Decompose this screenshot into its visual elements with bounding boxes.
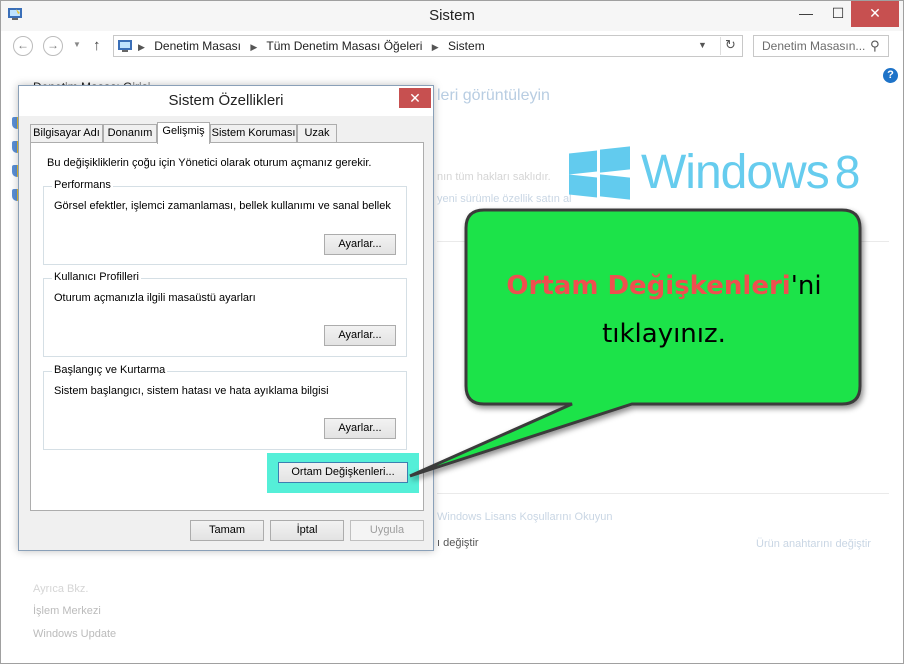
forward-arrow-icon[interactable]: → <box>43 36 63 56</box>
divider <box>437 241 889 242</box>
background-text: nın tüm hakları saklıdır. <box>437 171 551 183</box>
tab-system-protection[interactable]: Sistem Koruması <box>210 124 297 143</box>
performance-title: Performans <box>52 179 113 191</box>
callout-suffix: 'ni <box>790 271 822 301</box>
breadcrumb-separator-icon[interactable]: ▶ <box>432 42 439 52</box>
performance-group: Performans Görsel efektler, işlemci zama… <box>43 179 407 265</box>
startup-recovery-group: Başlangıç ve Kurtarma Sistem başlangıcı,… <box>43 364 407 450</box>
user-profiles-title: Kullanıcı Profilleri <box>52 271 141 283</box>
search-placeholder: Denetim Masasın... <box>762 39 866 53</box>
windows-8-logo-text: Windows 8 <box>641 146 860 199</box>
tab-advanced[interactable]: Gelişmiş <box>157 122 210 144</box>
breadcrumb-item[interactable]: Denetim Masası <box>154 39 241 53</box>
startup-recovery-description: Sistem başlangıcı, sistem hatası ve hata… <box>54 385 329 397</box>
license-terms-link[interactable]: Windows Lisans Koşullarını Okuyun <box>437 511 612 523</box>
breadcrumb-item[interactable]: Tüm Denetim Masası Öğeleri <box>266 39 422 53</box>
window-titlebar: Sistem — ☐ ✕ <box>1 1 903 31</box>
maximize-button[interactable]: ☐ <box>823 1 853 27</box>
startup-recovery-settings-button[interactable]: Ayarlar... <box>324 418 396 439</box>
callout-highlight: Ortam Değişkenleri <box>506 271 791 301</box>
user-profiles-group: Kullanıcı Profilleri Oturum açmanızla il… <box>43 271 407 357</box>
apply-button[interactable]: Uygula <box>350 520 424 541</box>
dialog-title: Sistem Özellikleri <box>168 92 284 109</box>
performance-settings-button[interactable]: Ayarlar... <box>324 234 396 255</box>
breadcrumb: ▶ Denetim Masası ▶ Tüm Denetim Masası Öğ… <box>138 39 491 53</box>
up-arrow-icon[interactable]: ↑ <box>93 37 101 54</box>
recent-locations-chevron-icon[interactable]: ▼ <box>73 40 81 49</box>
see-also-heading: Ayrıca Bkz. <box>33 583 89 595</box>
tab-hardware[interactable]: Donanım <box>103 124 157 143</box>
windows-logo-icon <box>569 146 631 200</box>
tab-remote[interactable]: Uzak <box>297 124 337 143</box>
back-arrow-icon[interactable]: ← <box>13 36 33 56</box>
dialog-close-button[interactable]: ✕ <box>399 88 431 108</box>
divider <box>437 493 889 494</box>
callout-text: Ortam Değişkenleri'ni tıklayınız. <box>472 262 856 358</box>
background-text: ı değiştir <box>437 537 479 549</box>
change-product-key-link[interactable]: Ürün anahtarını değiştir <box>756 538 871 550</box>
page-heading: leri görüntüleyin <box>437 87 550 104</box>
performance-description: Görsel efektler, işlemci zamanlaması, be… <box>54 200 391 212</box>
breadcrumb-item[interactable]: Sistem <box>448 39 485 53</box>
minimize-button[interactable]: — <box>791 1 821 27</box>
startup-recovery-title: Başlangıç ve Kurtarma <box>52 364 168 376</box>
tab-computer-name[interactable]: Bilgisayar Adı <box>30 124 103 143</box>
breadcrumb-separator-icon: ▶ <box>138 42 145 52</box>
callout-line-1: Ortam Değişkenleri'ni <box>472 262 856 310</box>
control-panel-icon <box>118 40 132 52</box>
address-bar[interactable]: ▶ Denetim Masası ▶ Tüm Denetim Masası Öğ… <box>113 35 743 57</box>
address-dropdown-chevron-icon[interactable]: ▼ <box>698 40 707 50</box>
navigation-bar: ← → ▼ ↑ ▶ Denetim Masası ▶ Tüm Denetim M… <box>1 31 903 61</box>
window-title: Sistem <box>429 7 475 24</box>
admin-note: Bu değişikliklerin çoğu için Yönetici ol… <box>47 157 372 169</box>
help-icon[interactable]: ? <box>883 68 898 83</box>
search-input[interactable]: Denetim Masasın... ⚲ <box>753 35 889 57</box>
refresh-icon[interactable]: ↻ <box>720 37 740 55</box>
background-link[interactable]: yeni sürümle özellik satın al <box>437 193 572 205</box>
user-profiles-settings-button[interactable]: Ayarlar... <box>324 325 396 346</box>
ok-button[interactable]: Tamam <box>190 520 264 541</box>
user-profiles-description: Oturum açmanızla ilgili masaüstü ayarlar… <box>54 292 256 304</box>
environment-variables-button[interactable]: Ortam Değişkenleri... <box>278 462 408 483</box>
search-icon[interactable]: ⚲ <box>870 38 880 54</box>
dialog-titlebar: Sistem Özellikleri ✕ <box>19 86 433 116</box>
windows-update-link[interactable]: Windows Update <box>33 628 116 640</box>
callout-line-2: tıklayınız. <box>602 319 726 349</box>
breadcrumb-separator-icon[interactable]: ▶ <box>250 42 257 52</box>
action-center-link[interactable]: İşlem Merkezi <box>33 605 101 617</box>
system-properties-dialog: Sistem Özellikleri ✕ Bilgisayar Adı Dona… <box>18 85 434 551</box>
close-button[interactable]: ✕ <box>851 1 899 27</box>
cancel-button[interactable]: İptal <box>270 520 344 541</box>
